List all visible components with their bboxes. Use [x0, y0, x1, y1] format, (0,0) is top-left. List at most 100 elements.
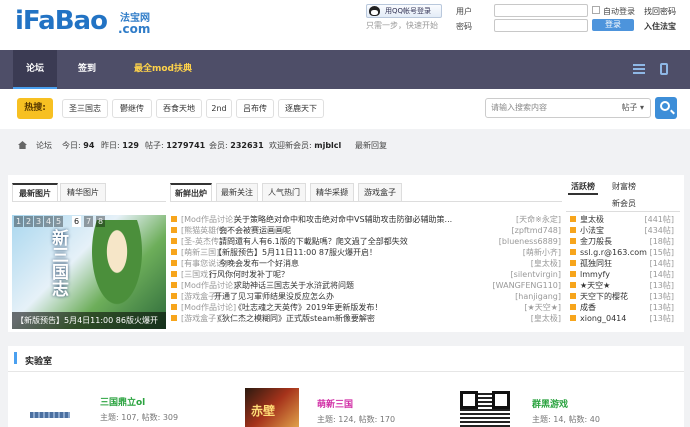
menu-icon[interactable] — [633, 64, 645, 74]
tab-featured-images[interactable]: 精华图片 — [60, 183, 106, 201]
slide-dot[interactable]: 1 — [14, 216, 23, 227]
rank-row[interactable]: 小法宝 [434帖] — [570, 225, 674, 236]
rank-row[interactable]: lmmyfy [14帖] — [570, 269, 674, 280]
login-button[interactable]: 登录 — [592, 19, 634, 31]
tab-essence[interactable]: 精华采撷 — [310, 183, 354, 201]
hot-tag[interactable]: 吕布传 — [236, 99, 274, 118]
thread-author[interactable]: [天命※永定] — [514, 214, 561, 225]
rank-row[interactable]: 金刀般長 [18帖] — [570, 236, 674, 247]
tab-latest-images[interactable]: 最新图片 — [12, 183, 58, 201]
thread-category[interactable]: [Mod作品讨论] — [181, 214, 236, 225]
slide-dot[interactable]: 5 — [54, 216, 63, 227]
hot-tag[interactable]: 逐鹿天下 — [278, 99, 324, 118]
rank-user[interactable]: 皇太极 — [580, 214, 604, 225]
rank-user[interactable]: lmmyfy — [580, 269, 610, 280]
tab-active-rank[interactable]: 活跃榜 — [568, 178, 598, 195]
thread-author[interactable]: [zpftmd748] — [509, 225, 561, 236]
section-link[interactable]: 群黑游戏 — [532, 397, 568, 410]
thread-row[interactable]: [圣-英杰传] 請問還有人有6.1版的下載點嗎？爬文過了全部都失效 [bluenes… — [171, 236, 561, 247]
search-type-select[interactable]: 帖子 ▾ — [621, 99, 644, 117]
thread-author[interactable]: [WANGFENG110] — [490, 280, 561, 291]
thread-title[interactable]: 請問還有人有6.1版的下載點嗎？爬文過了全部都失效 — [219, 236, 408, 247]
image-slideshow[interactable]: 新三国志 1 2 3 4 5 6 7 8 【新版预告】5月4日11:00 86版… — [12, 215, 166, 329]
thread-author[interactable]: [hanjigang] — [513, 291, 561, 302]
thread-row[interactable]: [Mod作品讨论] 求助神话三国志关于水浒武将问题 [WANGFENG110] — [171, 280, 561, 291]
thread-title[interactable]: 【新服预告】5月11日11:00 87服火爆开启！ — [214, 247, 377, 258]
thread-author[interactable]: [blueness6889] — [496, 236, 561, 247]
rank-user[interactable]: 成香 — [580, 302, 596, 313]
thread-author[interactable]: [皇太极] — [528, 313, 561, 324]
thread-title[interactable]: 《吐志魂之天英传》2019年更新版发布！ — [234, 302, 382, 313]
thread-title[interactable]: 《狄仁杰之模糊同》正式版steam新像要解密 — [214, 313, 375, 324]
nav-mod-dict[interactable]: 最全mod扶典 — [128, 50, 198, 89]
thread-title[interactable]: 求助神话三国志关于水浒武将问题 — [234, 280, 354, 291]
site-logo[interactable]: iFaBao — [15, 6, 108, 36]
section-link[interactable]: 三国鼎立ol — [100, 395, 145, 408]
thread-row[interactable]: [Mod作品讨论] 关于策略绝对命中和攻击绝对命中VS辅助攻击防御必辅助策... [… — [171, 214, 561, 225]
thread-row[interactable]: [有事您说话] 今晚会发布一个好消息 [皇太极] — [171, 258, 561, 269]
tab-game-box[interactable]: 游戏盒子 — [358, 183, 402, 201]
tab-wealth-rank[interactable]: 财富榜 — [606, 178, 642, 195]
rank-row[interactable]: xiong_0414 [13帖] — [570, 313, 674, 324]
nav-forum[interactable]: 论坛 — [13, 50, 57, 89]
nav-checkin[interactable]: 签到 — [68, 50, 106, 89]
rank-user[interactable]: 孤独同狂 — [580, 258, 612, 269]
hot-tag[interactable]: 鬱继传 — [112, 99, 152, 118]
thread-row[interactable]: [游戏盒子] 开通了见习軍师结果没反应怎么办 [hanjigang] — [171, 291, 561, 302]
slide-dot[interactable]: 4 — [44, 216, 53, 227]
username-input[interactable] — [494, 4, 588, 17]
tab-new-members[interactable]: 新会员 — [606, 195, 642, 212]
thread-row[interactable]: [萌新三国] 【新服预告】5月11日11:00 87服火爆开启！ [萌新小齐] — [171, 247, 561, 258]
thread-title[interactable]: 今晚会发布一个好消息 — [219, 258, 299, 269]
thread-category[interactable]: [Mod作品讨论] — [181, 280, 236, 291]
rank-user[interactable]: ★天空★ — [580, 280, 610, 291]
section-thumbnail[interactable]: 赤壁 — [245, 388, 299, 427]
rank-user[interactable]: 金刀般長 — [580, 236, 612, 247]
thread-title[interactable]: 开通了见习軍师结果没反应怎么办 — [214, 291, 334, 302]
tab-fresh[interactable]: 新鲜出炉 — [170, 183, 212, 201]
slide-dot[interactable]: 3 — [34, 216, 43, 227]
slide-dot[interactable]: 2 — [24, 216, 33, 227]
section-link[interactable]: 萌新三国 — [317, 397, 353, 410]
thread-author[interactable]: [★天空★] — [522, 302, 561, 313]
tab-popular[interactable]: 人气热门 — [262, 183, 306, 201]
rank-user[interactable]: ssl.g.r@163.com — [580, 247, 647, 258]
register-link[interactable]: 入住法宝 — [644, 21, 676, 32]
thread-author[interactable]: [silentvirgin] — [508, 269, 561, 280]
rank-row[interactable]: 天空下的樱花 [13帖] — [570, 291, 674, 302]
thread-title[interactable]: 行风你何时发补丁呢？ — [209, 269, 289, 280]
new-member-link[interactable]: mjblcl — [314, 141, 341, 150]
rank-row[interactable]: 成香 [13帖] — [570, 302, 674, 313]
rank-row[interactable]: 皇太极 [441帖] — [570, 214, 674, 225]
slide-dot[interactable]: 8 — [96, 216, 105, 227]
slide-dot[interactable]: 7 — [84, 216, 93, 227]
thread-row[interactable]: [三国戏] 行风你何时发补丁呢？ [silentvirgin] — [171, 269, 561, 280]
thread-author[interactable]: [萌新小齐] — [520, 247, 561, 258]
latest-reply-link[interactable]: 最新回复 — [355, 140, 387, 151]
hot-tag[interactable]: 2nd — [206, 99, 232, 118]
section-thumbnail[interactable] — [30, 412, 70, 418]
breadcrumb-forum[interactable]: 论坛 — [36, 140, 52, 151]
qq-login-button[interactable]: 用QQ帐号登录 — [366, 4, 442, 18]
slide-dot-active[interactable]: 6 — [72, 216, 81, 227]
rank-user[interactable]: 小法宝 — [580, 225, 604, 236]
thread-title[interactable]: 关于策略绝对命中和攻击绝对命中VS辅助攻击防御必辅助策... — [234, 214, 452, 225]
thread-category[interactable]: [圣-英杰传] — [181, 236, 222, 247]
rank-row[interactable]: 孤独同狂 [14帖] — [570, 258, 674, 269]
rank-user[interactable]: xiong_0414 — [580, 313, 626, 324]
hot-tag[interactable]: 吞食天地 — [156, 99, 202, 118]
search-button[interactable] — [655, 97, 677, 119]
thread-row[interactable]: [Mod作品讨论] 《吐志魂之天英传》2019年更新版发布！ [★天空★] — [171, 302, 561, 313]
password-input[interactable] — [494, 19, 588, 32]
tab-latest-follow[interactable]: 最新关注 — [216, 183, 258, 201]
thread-row[interactable]: [游戏盒子] 《狄仁杰之模糊同》正式版steam新像要解密 [皇太极] — [171, 313, 561, 324]
mobile-icon[interactable] — [660, 63, 668, 75]
hot-tag[interactable]: 圣三国志 — [62, 99, 108, 118]
rank-user[interactable]: 天空下的樱花 — [580, 291, 628, 302]
slide-caption[interactable]: 【新版预告】5月4日11:00 86版火爆开 — [12, 312, 166, 329]
forgot-password-link[interactable]: 找回密码 — [644, 6, 676, 17]
thread-author[interactable]: [皇太极] — [528, 258, 561, 269]
rank-row[interactable]: ssl.g.r@163.com [15帖] — [570, 247, 674, 258]
thread-category[interactable]: [Mod作品讨论] — [181, 302, 236, 313]
search-input[interactable]: 请输入搜索内容 帖子 ▾ — [485, 98, 651, 118]
